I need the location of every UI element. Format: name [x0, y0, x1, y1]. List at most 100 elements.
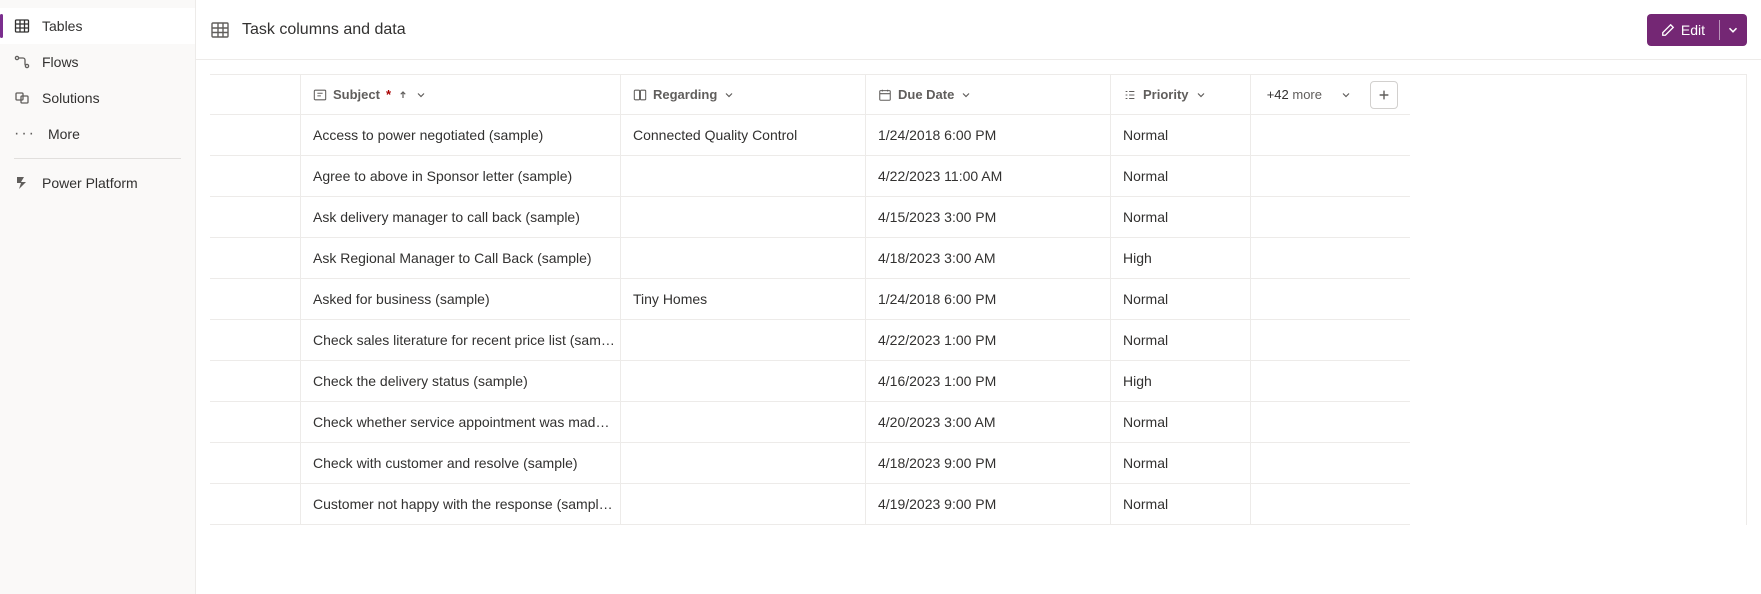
- column-header-subject[interactable]: Subject *: [300, 75, 620, 115]
- regarding-cell[interactable]: [620, 197, 865, 238]
- overflow-cell: [1250, 402, 1410, 443]
- subject-cell[interactable]: Ask Regional Manager to Call Back (sampl…: [300, 238, 620, 279]
- toolbar: Task columns and data Edit: [196, 0, 1761, 60]
- subject-cell[interactable]: Agree to above in Sponsor letter (sample…: [300, 156, 620, 197]
- overflow-cell: [1250, 238, 1410, 279]
- column-header-label: Subject: [333, 87, 380, 102]
- sidebar-item-label: Solutions: [42, 90, 100, 106]
- regarding-cell[interactable]: [620, 156, 865, 197]
- flow-icon: [14, 54, 30, 70]
- due-date-cell[interactable]: 4/18/2023 9:00 PM: [865, 443, 1110, 484]
- sort-asc-icon: [397, 89, 409, 101]
- sidebar-item-flows[interactable]: Flows: [0, 44, 195, 80]
- chevron-down-icon: [415, 89, 427, 101]
- subject-cell[interactable]: Check with customer and resolve (sample): [300, 443, 620, 484]
- row-handle[interactable]: [210, 197, 300, 238]
- priority-cell[interactable]: Normal: [1110, 320, 1250, 361]
- overflow-cell: [1250, 484, 1410, 525]
- overflow-cell: [1250, 320, 1410, 361]
- priority-cell[interactable]: Normal: [1110, 443, 1250, 484]
- due-date-cell[interactable]: 4/22/2023 1:00 PM: [865, 320, 1110, 361]
- edit-split-button[interactable]: [1719, 14, 1747, 46]
- priority-cell[interactable]: High: [1110, 361, 1250, 402]
- main: Task columns and data Edit: [196, 0, 1761, 594]
- row-handle[interactable]: [210, 156, 300, 197]
- overflow-cell: [1250, 115, 1410, 156]
- priority-cell[interactable]: Normal: [1110, 279, 1250, 320]
- due-date-cell[interactable]: 4/20/2023 3:00 AM: [865, 402, 1110, 443]
- edit-button-group: Edit: [1647, 14, 1747, 46]
- chevron-down-icon: [1340, 89, 1352, 101]
- row-handle[interactable]: [210, 238, 300, 279]
- sidebar-item-label: Flows: [42, 54, 79, 70]
- text-column-icon: [313, 88, 327, 102]
- subject-cell[interactable]: Customer not happy with the response (sa…: [300, 484, 620, 525]
- due-date-cell[interactable]: 4/18/2023 3:00 AM: [865, 238, 1110, 279]
- row-handle[interactable]: [210, 361, 300, 402]
- row-handle[interactable]: [210, 115, 300, 156]
- priority-cell[interactable]: Normal: [1110, 115, 1250, 156]
- priority-cell[interactable]: Normal: [1110, 402, 1250, 443]
- subject-cell[interactable]: Check sales literature for recent price …: [300, 320, 620, 361]
- overflow-cell: [1250, 156, 1410, 197]
- row-handle[interactable]: [210, 320, 300, 361]
- priority-cell[interactable]: High: [1110, 238, 1250, 279]
- sidebar-item-tables[interactable]: Tables: [0, 8, 195, 44]
- row-handle[interactable]: [210, 484, 300, 525]
- more-columns-count: +42 more: [1267, 87, 1322, 102]
- plus-icon: [1377, 88, 1391, 102]
- column-header-more[interactable]: +42 more: [1250, 75, 1410, 115]
- regarding-cell[interactable]: [620, 443, 865, 484]
- column-header-priority[interactable]: Priority: [1110, 75, 1250, 115]
- lookup-column-icon: [633, 88, 647, 102]
- priority-cell[interactable]: Normal: [1110, 197, 1250, 238]
- subject-cell[interactable]: Check the delivery status (sample): [300, 361, 620, 402]
- sidebar-item-power-platform[interactable]: Power Platform: [0, 165, 195, 201]
- row-handle[interactable]: [210, 402, 300, 443]
- subject-cell[interactable]: Ask delivery manager to call back (sampl…: [300, 197, 620, 238]
- due-date-cell[interactable]: 4/22/2023 11:00 AM: [865, 156, 1110, 197]
- subject-cell[interactable]: Asked for business (sample): [300, 279, 620, 320]
- row-handle[interactable]: [210, 279, 300, 320]
- overflow-cell: [1250, 197, 1410, 238]
- add-column-button[interactable]: [1370, 81, 1398, 109]
- regarding-cell[interactable]: [620, 320, 865, 361]
- regarding-cell[interactable]: [620, 402, 865, 443]
- sidebar: Tables Flows Solutions ··· More Power Pl…: [0, 0, 196, 594]
- due-date-cell[interactable]: 1/24/2018 6:00 PM: [865, 115, 1110, 156]
- row-handle[interactable]: [210, 443, 300, 484]
- due-date-cell[interactable]: 4/19/2023 9:00 PM: [865, 484, 1110, 525]
- regarding-cell[interactable]: Tiny Homes: [620, 279, 865, 320]
- due-date-cell[interactable]: 1/24/2018 6:00 PM: [865, 279, 1110, 320]
- priority-cell[interactable]: Normal: [1110, 484, 1250, 525]
- regarding-cell[interactable]: [620, 484, 865, 525]
- priority-cell[interactable]: Normal: [1110, 156, 1250, 197]
- data-grid: Subject * Regarding Due Date: [210, 74, 1747, 525]
- chevron-down-icon: [723, 89, 735, 101]
- sidebar-item-label: More: [48, 126, 80, 142]
- edit-button[interactable]: Edit: [1647, 14, 1719, 46]
- chevron-down-icon: [1726, 23, 1740, 37]
- required-indicator: *: [386, 87, 391, 102]
- regarding-cell[interactable]: Connected Quality Control: [620, 115, 865, 156]
- date-column-icon: [878, 88, 892, 102]
- column-header-regarding[interactable]: Regarding: [620, 75, 865, 115]
- due-date-cell[interactable]: 4/16/2023 1:00 PM: [865, 361, 1110, 402]
- sidebar-item-solutions[interactable]: Solutions: [0, 80, 195, 116]
- edit-button-label: Edit: [1681, 22, 1705, 38]
- regarding-cell[interactable]: [620, 361, 865, 402]
- power-platform-icon: [14, 175, 30, 191]
- sidebar-item-label: Tables: [42, 18, 82, 34]
- page-title: Task columns and data: [242, 21, 406, 39]
- table-icon: [210, 20, 230, 40]
- column-header-due-date[interactable]: Due Date: [865, 75, 1110, 115]
- subject-cell[interactable]: Check whether service appointment was ma…: [300, 402, 620, 443]
- chevron-down-icon: [960, 89, 972, 101]
- table-icon: [14, 18, 30, 34]
- due-date-cell[interactable]: 4/15/2023 3:00 PM: [865, 197, 1110, 238]
- column-header-label: Priority: [1143, 87, 1189, 102]
- subject-cell[interactable]: Access to power negotiated (sample): [300, 115, 620, 156]
- regarding-cell[interactable]: [620, 238, 865, 279]
- sidebar-item-more[interactable]: ··· More: [0, 116, 195, 152]
- row-handle-header: [210, 75, 300, 115]
